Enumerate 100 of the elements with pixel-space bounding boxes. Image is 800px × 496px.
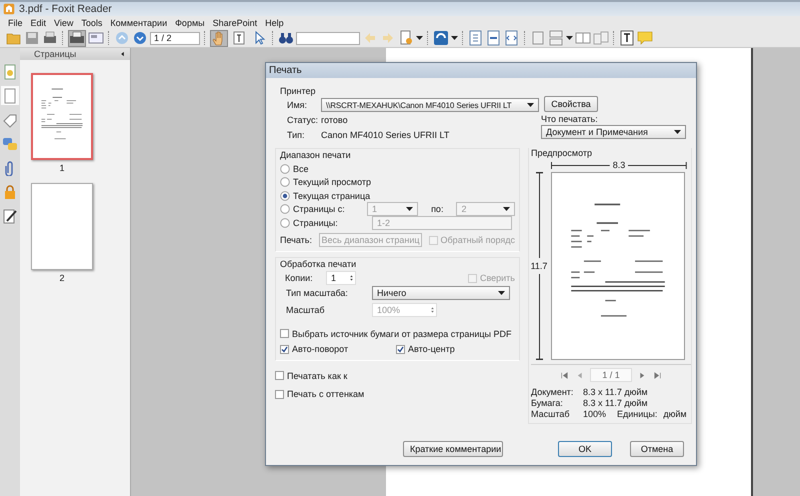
radio-label: Текущий просмотр xyxy=(293,177,369,188)
checkbox-label: Печать с оттенкам xyxy=(287,389,364,400)
checkbox[interactable] xyxy=(275,390,284,399)
preview-page-field[interactable]: 1 / 1 xyxy=(590,368,632,382)
cancel-button[interactable]: Отмена xyxy=(630,441,684,457)
radio-label: Страницы: xyxy=(293,218,339,228)
content-dropdown[interactable]: Документ и Примечания xyxy=(541,125,686,139)
binoculars-icon[interactable] xyxy=(278,30,294,46)
screen-icon[interactable] xyxy=(88,30,104,46)
single-page-icon[interactable] xyxy=(530,30,546,46)
comments-icon[interactable] xyxy=(2,136,18,152)
menu-item[interactable]: Edit xyxy=(26,18,50,28)
page-width-value: 8.3 xyxy=(612,160,626,170)
type-value: Canon MF4010 Series UFRII LT xyxy=(321,130,450,140)
page-icon[interactable] xyxy=(2,88,18,104)
document-add-icon[interactable] xyxy=(2,64,18,80)
field-label: Имя: xyxy=(286,100,308,110)
page-width-icon[interactable] xyxy=(486,30,502,46)
summary-comments-button[interactable]: Краткие комментарии xyxy=(403,441,503,457)
checkbox-label: Сверить xyxy=(480,273,515,284)
caret-icon xyxy=(498,291,505,296)
radio-button[interactable] xyxy=(280,164,290,174)
menu-item[interactable]: SharePoint xyxy=(208,18,262,28)
caret-icon xyxy=(503,207,510,212)
info-label: Масштаб xyxy=(531,409,571,419)
radio-button[interactable] xyxy=(280,177,290,188)
page-thumbnail[interactable] xyxy=(31,183,93,270)
page-height-value: 11.7 xyxy=(530,260,548,273)
text-box-icon[interactable] xyxy=(619,30,635,46)
spin-arrows-icon xyxy=(429,304,436,315)
info-value: 8.3 x 11.7 дюйм xyxy=(583,387,649,397)
document-search-icon[interactable] xyxy=(398,30,414,46)
caret-icon xyxy=(527,103,534,107)
cover-pages-icon[interactable] xyxy=(593,30,609,46)
spin-arrows-icon xyxy=(348,273,355,284)
menu-item[interactable]: Help xyxy=(261,18,288,28)
properties-button[interactable]: Свойства xyxy=(544,96,598,112)
field-label: по: xyxy=(431,204,444,214)
print-button[interactable] xyxy=(68,30,86,46)
scale-type-dropdown[interactable]: Ничего xyxy=(372,286,510,300)
menu-item[interactable]: Комментарии xyxy=(106,18,172,28)
field-label: Печать: xyxy=(280,235,313,246)
caret-icon xyxy=(674,130,681,134)
copies-spinner[interactable]: 1 xyxy=(326,271,356,286)
printer-dropdown[interactable]: \\RSCRT-MEXAHUK\Canon MF4010 Series UFRII LT xyxy=(321,98,539,112)
dialog-title: Печать xyxy=(269,65,302,76)
checkbox[interactable] xyxy=(275,371,284,380)
width-dimension-line xyxy=(551,162,610,168)
menu-item[interactable]: View xyxy=(50,18,78,28)
checkbox[interactable] xyxy=(280,329,289,338)
radio-button[interactable] xyxy=(280,204,290,214)
info-value: дюйм xyxy=(663,409,687,419)
page-fit-icon[interactable] xyxy=(468,30,484,46)
radio-button[interactable] xyxy=(280,190,290,201)
info-label: Единицы: xyxy=(617,409,658,419)
swirl-logo-icon[interactable] xyxy=(433,30,449,46)
menu-item[interactable]: Tools xyxy=(77,18,106,28)
info-value: 8.3 x 11.7 дюйм xyxy=(583,398,649,408)
last-page-icon[interactable] xyxy=(653,370,662,380)
tag-icon[interactable] xyxy=(2,112,18,128)
first-page-icon[interactable] xyxy=(560,370,569,380)
field-label: Что печатать: xyxy=(541,114,599,124)
page-number: 2 xyxy=(58,273,66,283)
checkbox[interactable] xyxy=(396,344,405,354)
ok-button[interactable]: OK xyxy=(558,441,612,457)
search-field[interactable] xyxy=(296,32,360,44)
caret-icon xyxy=(451,36,458,40)
app-logo-icon xyxy=(3,3,15,15)
page-zoom-icon[interactable] xyxy=(504,30,520,46)
facing-pages-icon[interactable] xyxy=(575,30,591,46)
page-thumbnail[interactable] xyxy=(31,73,93,160)
info-label: Бумага: xyxy=(531,398,564,408)
radio-label: Страницы с: xyxy=(293,204,346,214)
caret-icon xyxy=(416,36,423,40)
field-label: Статус: xyxy=(286,115,319,125)
save-icon[interactable] xyxy=(24,30,40,46)
info-label: Документ: xyxy=(531,387,574,397)
caret-icon xyxy=(406,207,414,212)
menu-item[interactable]: Формы xyxy=(171,18,209,28)
page-number: 1 xyxy=(58,163,66,173)
page-number-field[interactable]: 1 / 2 xyxy=(150,32,200,44)
pen-document-icon[interactable] xyxy=(2,208,18,224)
checkbox-label: Авто-центр xyxy=(408,344,455,354)
radio-button[interactable] xyxy=(280,218,290,228)
collapse-icon[interactable] xyxy=(119,50,126,58)
previous-page-icon[interactable] xyxy=(575,370,584,380)
lock-icon[interactable] xyxy=(2,184,18,200)
field-label: Тип: xyxy=(286,130,306,140)
status-value: готово xyxy=(321,115,348,125)
field-label: Масштаб xyxy=(285,304,326,315)
down-circle-icon[interactable] xyxy=(132,30,148,46)
radio-label: Все xyxy=(293,164,310,174)
next-page-icon[interactable] xyxy=(638,370,647,380)
continuous-pages-icon[interactable] xyxy=(548,30,564,46)
checkbox[interactable] xyxy=(280,344,289,354)
info-value: 100% xyxy=(583,409,608,419)
checkbox-label: Обратный порядс xyxy=(440,235,515,246)
printer-disk-icon[interactable] xyxy=(42,30,58,46)
field-label: Тип масштаба: xyxy=(285,288,349,298)
menu-item[interactable]: File xyxy=(4,18,27,28)
